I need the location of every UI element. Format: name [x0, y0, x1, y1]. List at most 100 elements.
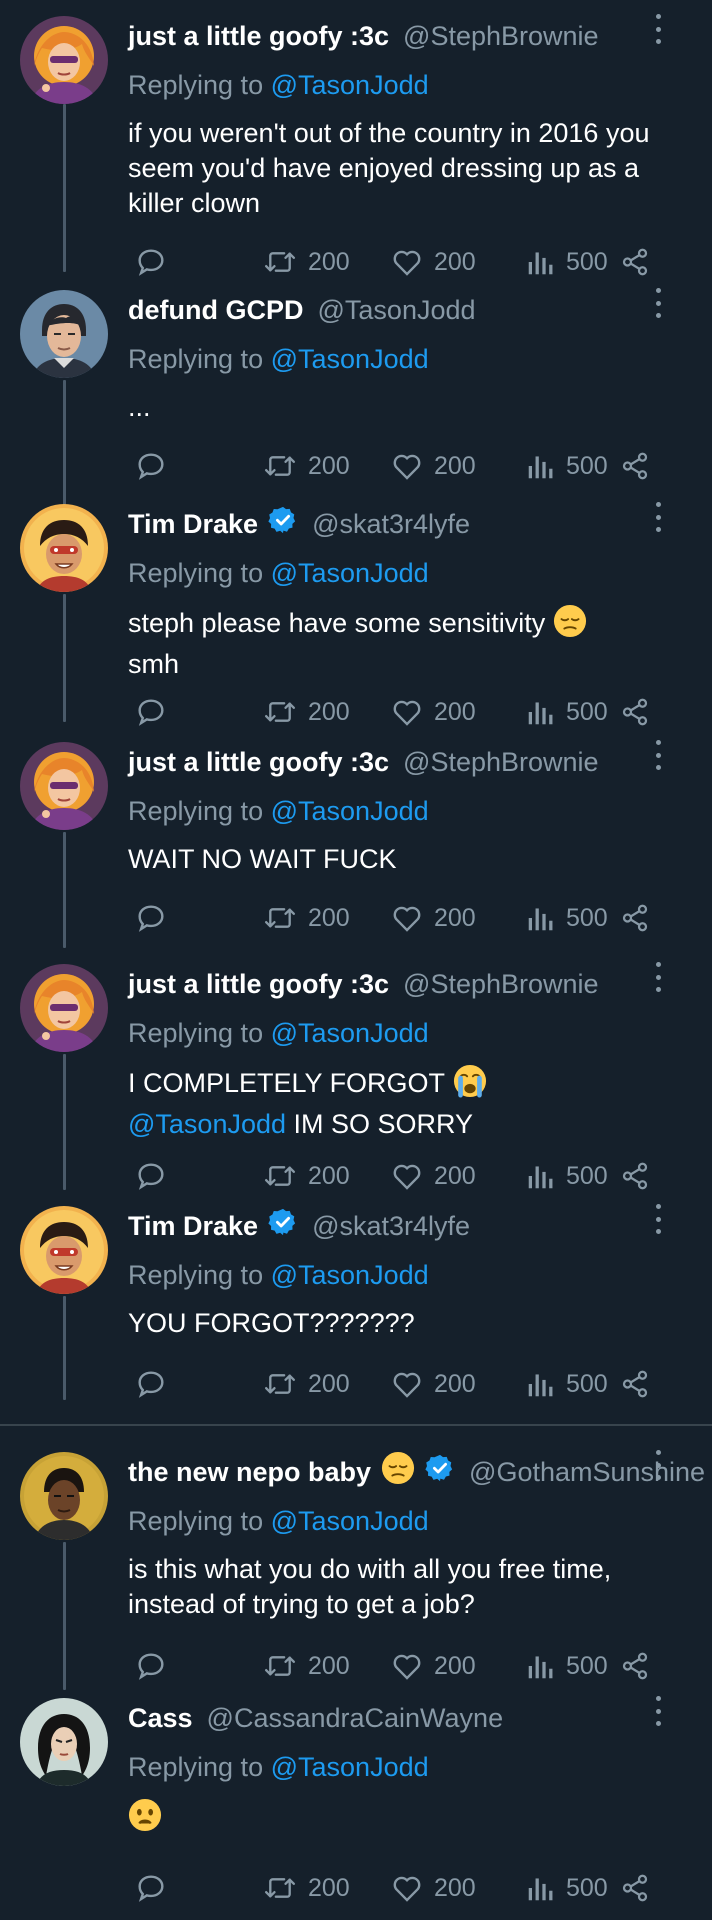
retweet-button[interactable]: 200	[262, 898, 350, 938]
like-button[interactable]: 200	[390, 1868, 476, 1908]
tweet-text-content: WAIT NO WAIT FUCK	[128, 844, 397, 874]
reply-button[interactable]	[134, 1868, 168, 1908]
like-button[interactable]: 200	[390, 898, 476, 938]
user-handle[interactable]: @StephBrownie	[403, 744, 599, 780]
share-button[interactable]	[620, 1364, 650, 1404]
more-options-icon[interactable]	[648, 502, 668, 532]
more-options-icon[interactable]	[648, 288, 668, 318]
tweet-header: Tim Drake @skat3r4lyfe	[128, 506, 712, 542]
view-count: 500	[566, 1873, 608, 1902]
reply-icon	[134, 901, 168, 935]
retweet-button[interactable]: 200	[262, 1868, 350, 1908]
replying-to-mention[interactable]: @TasonJodd	[271, 1506, 429, 1536]
display-name[interactable]: Cass	[128, 1700, 193, 1736]
jason-avatar[interactable]	[20, 290, 108, 378]
replying-to-mention[interactable]: @TasonJodd	[271, 1260, 429, 1290]
replying-to-mention[interactable]: @TasonJodd	[271, 70, 429, 100]
retweet-count: 200	[308, 1651, 350, 1680]
user-handle[interactable]: @StephBrownie	[403, 966, 599, 1002]
heart-icon	[390, 901, 424, 935]
tweet-header: Tim Drake @skat3r4lyfe	[128, 1208, 712, 1244]
bar-chart-icon	[526, 1871, 556, 1905]
display-name[interactable]: Tim Drake	[128, 1208, 258, 1244]
retweet-button[interactable]: 200	[262, 1364, 350, 1404]
like-button[interactable]: 200	[390, 1646, 476, 1686]
more-options-icon[interactable]	[648, 962, 668, 992]
user-handle[interactable]: @skat3r4lyfe	[312, 1208, 470, 1244]
display-name[interactable]: Tim Drake	[128, 506, 258, 542]
replying-to-mention[interactable]: @TasonJodd	[271, 1018, 429, 1048]
replying-to-mention[interactable]: @TasonJodd	[271, 558, 429, 588]
tweet[interactable]: defund GCPD @TasonJodd Replying to @TasonJ…	[0, 274, 712, 494]
like-button[interactable]: 200	[390, 1364, 476, 1404]
views-button[interactable]: 500	[526, 446, 608, 486]
share-button[interactable]	[620, 898, 650, 938]
replying-to-mention[interactable]: @TasonJodd	[271, 796, 429, 826]
user-handle[interactable]: @CassandraCainWayne	[207, 1700, 504, 1736]
tweet[interactable]: just a little goofy :3c @StephBrownie Repl…	[0, 948, 712, 1204]
reply-button[interactable]	[134, 1646, 168, 1686]
text-mention[interactable]: @TasonJodd	[128, 1109, 286, 1139]
views-button[interactable]: 500	[526, 1646, 608, 1686]
tweet[interactable]: Cass @CassandraCainWayne Replying to @Taso…	[0, 1682, 712, 1916]
cass-avatar[interactable]	[20, 1698, 108, 1786]
more-options-icon[interactable]	[648, 1696, 668, 1726]
heart-icon	[390, 1871, 424, 1905]
replying-to: Replying to @TasonJodd	[128, 1257, 429, 1293]
user-handle[interactable]: @GothamSunshine	[469, 1454, 705, 1490]
user-handle[interactable]: @skat3r4lyfe	[312, 506, 470, 542]
tweet[interactable]: Tim Drake @skat3r4lyfe Replying to @TasonJ…	[0, 1190, 712, 1412]
tim-avatar[interactable]	[20, 504, 108, 592]
replying-to-mention[interactable]: @TasonJodd	[271, 344, 429, 374]
share-button[interactable]	[620, 1646, 650, 1686]
tweet[interactable]: Tim Drake @skat3r4lyfe Replying to @TasonJ…	[0, 488, 712, 740]
more-options-icon[interactable]	[648, 1450, 668, 1480]
views-button[interactable]: 500	[526, 1868, 608, 1908]
tweet[interactable]: just a little goofy :3c @StephBrownie Repl…	[0, 726, 712, 946]
tim-avatar[interactable]	[20, 1206, 108, 1294]
display-name[interactable]: defund GCPD	[128, 292, 304, 328]
view-count: 500	[566, 697, 608, 726]
heart-icon	[390, 1367, 424, 1401]
replying-to-mention[interactable]: @TasonJodd	[271, 1752, 429, 1782]
reply-button[interactable]	[134, 898, 168, 938]
steph-avatar[interactable]	[20, 742, 108, 830]
user-handle[interactable]: @StephBrownie	[403, 18, 599, 54]
reply-button[interactable]	[134, 446, 168, 486]
duke-avatar[interactable]	[20, 1452, 108, 1540]
display-name[interactable]: just a little goofy :3c	[128, 966, 389, 1002]
share-button[interactable]	[620, 446, 650, 486]
steph-avatar[interactable]	[20, 16, 108, 104]
retweet-button[interactable]: 200	[262, 1646, 350, 1686]
display-name[interactable]: just a little goofy :3c	[128, 744, 389, 780]
tweet-text: if you weren't out of the country in 201…	[128, 116, 688, 221]
views-button[interactable]: 500	[526, 1364, 608, 1404]
retweet-count: 200	[308, 247, 350, 276]
more-options-icon[interactable]	[648, 14, 668, 44]
reply-icon	[134, 1871, 168, 1905]
share-button[interactable]	[620, 1868, 650, 1908]
tweet-body: the new nepo baby @GothamSunshine Replying…	[128, 1436, 712, 1694]
more-options-icon[interactable]	[648, 1204, 668, 1234]
tweet[interactable]: just a little goofy :3c @StephBrownie Repl…	[0, 0, 712, 290]
share-icon	[620, 449, 650, 483]
replying-to-label: Replying to	[128, 1018, 264, 1048]
user-handle[interactable]: @TasonJodd	[318, 292, 476, 328]
reply-icon	[134, 449, 168, 483]
tweet-text-content: I COMPLETELY FORGOT	[128, 1068, 446, 1098]
retweet-button[interactable]: 200	[262, 446, 350, 486]
reply-button[interactable]	[134, 1364, 168, 1404]
retweet-count: 200	[308, 697, 350, 726]
tweet[interactable]: the new nepo baby @GothamSunshine Replying…	[0, 1436, 712, 1694]
tweet-text: is this what you do with all you free ti…	[128, 1552, 688, 1622]
tweet-text-content-line2: smh	[128, 649, 180, 679]
like-button[interactable]: 200	[390, 446, 476, 486]
view-count: 500	[566, 1369, 608, 1398]
display-name[interactable]: just a little goofy :3c	[128, 18, 389, 54]
view-count: 500	[566, 1161, 608, 1190]
display-name[interactable]: the new nepo baby	[128, 1454, 371, 1490]
views-button[interactable]: 500	[526, 898, 608, 938]
steph-avatar[interactable]	[20, 964, 108, 1052]
more-options-icon[interactable]	[648, 740, 668, 770]
heart-icon	[390, 1159, 424, 1193]
